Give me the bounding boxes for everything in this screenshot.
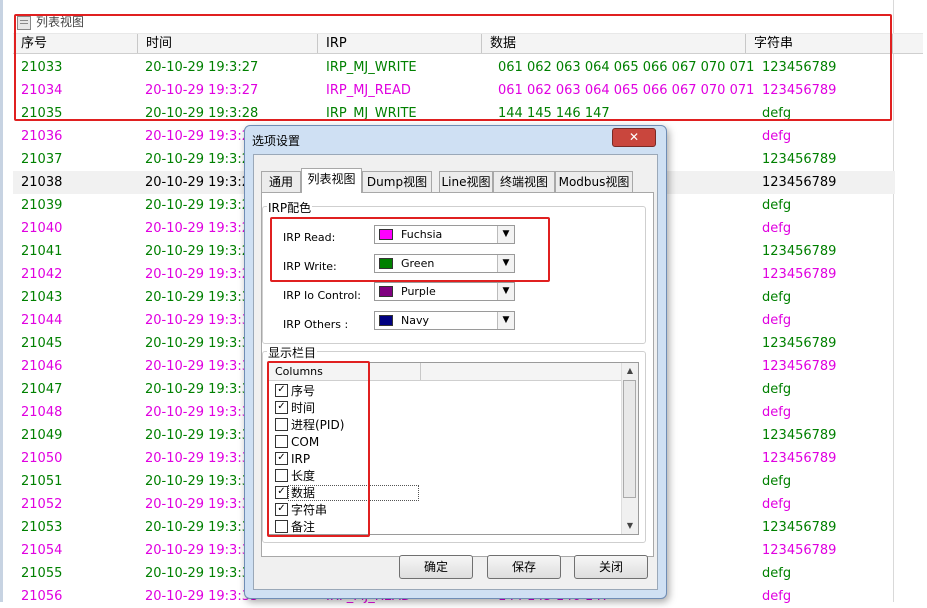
irp-ioctl-value: Purple [401,285,436,298]
row-seq: 21042 [21,267,63,282]
row-string: defg [762,497,792,512]
row-seq: 21040 [21,221,63,236]
row-time: 20-10-29 19:3:31 [145,405,259,420]
row-time: 20-10-29 19:3:28 [145,129,259,144]
row-seq: 21054 [21,543,63,558]
row-string: defg [762,313,792,328]
row-time: 20-10-29 19:3:33 [145,589,259,604]
tab-terminal-view[interactable]: 终端视图 [493,171,555,192]
row-time: 20-10-29 19:3:32 [145,520,259,535]
tab-list-view[interactable]: 列表视图 [301,168,362,193]
row-time: 20-10-29 19:3:31 [145,382,259,397]
row-string: defg [762,221,792,236]
dialog-title: 选项设置 [252,134,301,148]
chevron-down-icon[interactable]: ▼ [497,283,514,300]
row-seq: 21047 [21,382,63,397]
row-string: 123456789 [762,175,837,190]
row-seq: 21037 [21,152,63,167]
row-string: defg [762,198,792,213]
row-seq: 21051 [21,474,63,489]
columns-scrollbar[interactable]: ▲ ▼ [621,363,638,534]
row-seq: 21055 [21,566,63,581]
row-string: defg [762,474,792,489]
row-seq: 21043 [21,290,63,305]
scroll-down-icon[interactable]: ▼ [622,518,638,534]
row-string: 123456789 [762,152,837,167]
row-string: 123456789 [762,451,837,466]
row-string: defg [762,566,792,581]
tab-modbus-view[interactable]: Modbus视图 [555,171,633,192]
row-time: 20-10-29 19:3:30 [145,290,259,305]
chevron-down-icon[interactable]: ▼ [497,312,514,329]
irp-ioctl-color-select[interactable]: Purple ▼ [374,282,515,301]
row-time: 20-10-29 19:3:32 [145,543,259,558]
ok-button[interactable]: 确定 [399,555,473,579]
row-seq: 21050 [21,451,63,466]
row-string: 123456789 [762,428,837,443]
row-string: defg [762,290,792,305]
row-string: defg [762,129,792,144]
scroll-thumb[interactable] [623,380,636,498]
row-seq: 21045 [21,336,63,351]
row-time: 20-10-29 19:3:29 [145,267,259,282]
row-string: defg [762,589,792,604]
highlight-box-columns [267,361,370,537]
save-button[interactable]: 保存 [487,555,561,579]
display-columns-group-label: 显示栏目 [267,344,318,361]
row-string: 123456789 [762,336,837,351]
row-seq: 21052 [21,497,63,512]
irp-ioctl-label: IRP Io Control: [283,289,361,302]
row-string: 123456789 [762,543,837,558]
row-seq: 21039 [21,198,63,213]
row-time: 20-10-29 19:3:28 [145,152,259,167]
highlight-box-irp-colors [270,217,550,282]
row-time: 20-10-29 19:3:29 [145,221,259,236]
row-seq: 21036 [21,129,63,144]
irp-others-swatch [379,315,393,326]
dialog-close-icon[interactable]: ✕ [612,128,656,147]
row-time: 20-10-29 19:3:30 [145,359,259,374]
row-seq: 21049 [21,428,63,443]
row-seq: 21038 [21,175,63,190]
tab-line-view[interactable]: Line视图 [439,171,493,192]
row-seq: 21053 [21,520,63,535]
tab-dump-view[interactable]: Dump视图 [362,171,432,192]
irp-color-group-label: IRP配色 [267,199,313,216]
row-seq: 21041 [21,244,63,259]
tab-general[interactable]: 通用 [261,171,301,192]
row-time: 20-10-29 19:3:28 [145,175,259,190]
irp-others-label: IRP Others : [283,318,349,331]
row-seq: 21046 [21,359,63,374]
row-time: 20-10-29 19:3:30 [145,313,259,328]
window-left-edge [0,0,3,602]
row-string: 123456789 [762,520,837,535]
columns-header-blank [421,363,624,380]
row-string: 123456789 [762,359,837,374]
dialog-tabs: 通用 列表视图 Dump视图 Line视图 终端视图 Modbus视图 [261,168,654,193]
row-string: 123456789 [762,244,837,259]
row-string: 123456789 [762,267,837,282]
scroll-up-icon[interactable]: ▲ [622,363,638,379]
row-seq: 21044 [21,313,63,328]
row-time: 20-10-29 19:3:30 [145,336,259,351]
highlight-box-list-top [14,14,892,121]
row-string: defg [762,405,792,420]
row-string: defg [762,382,792,397]
irp-ioctl-swatch [379,286,393,297]
row-seq: 21048 [21,405,63,420]
irp-others-color-select[interactable]: Navy ▼ [374,311,515,330]
row-time: 20-10-29 19:3:29 [145,198,259,213]
row-seq: 21056 [21,589,63,604]
row-time: 20-10-29 19:3:29 [145,244,259,259]
close-button[interactable]: 关闭 [574,555,648,579]
row-time: 20-10-29 19:3:31 [145,451,259,466]
row-time: 20-10-29 19:3:32 [145,497,259,512]
row-time: 20-10-29 19:3:33 [145,566,259,581]
row-time: 20-10-29 19:3:32 [145,474,259,489]
row-time: 20-10-29 19:3:31 [145,428,259,443]
irp-others-value: Navy [401,314,429,327]
